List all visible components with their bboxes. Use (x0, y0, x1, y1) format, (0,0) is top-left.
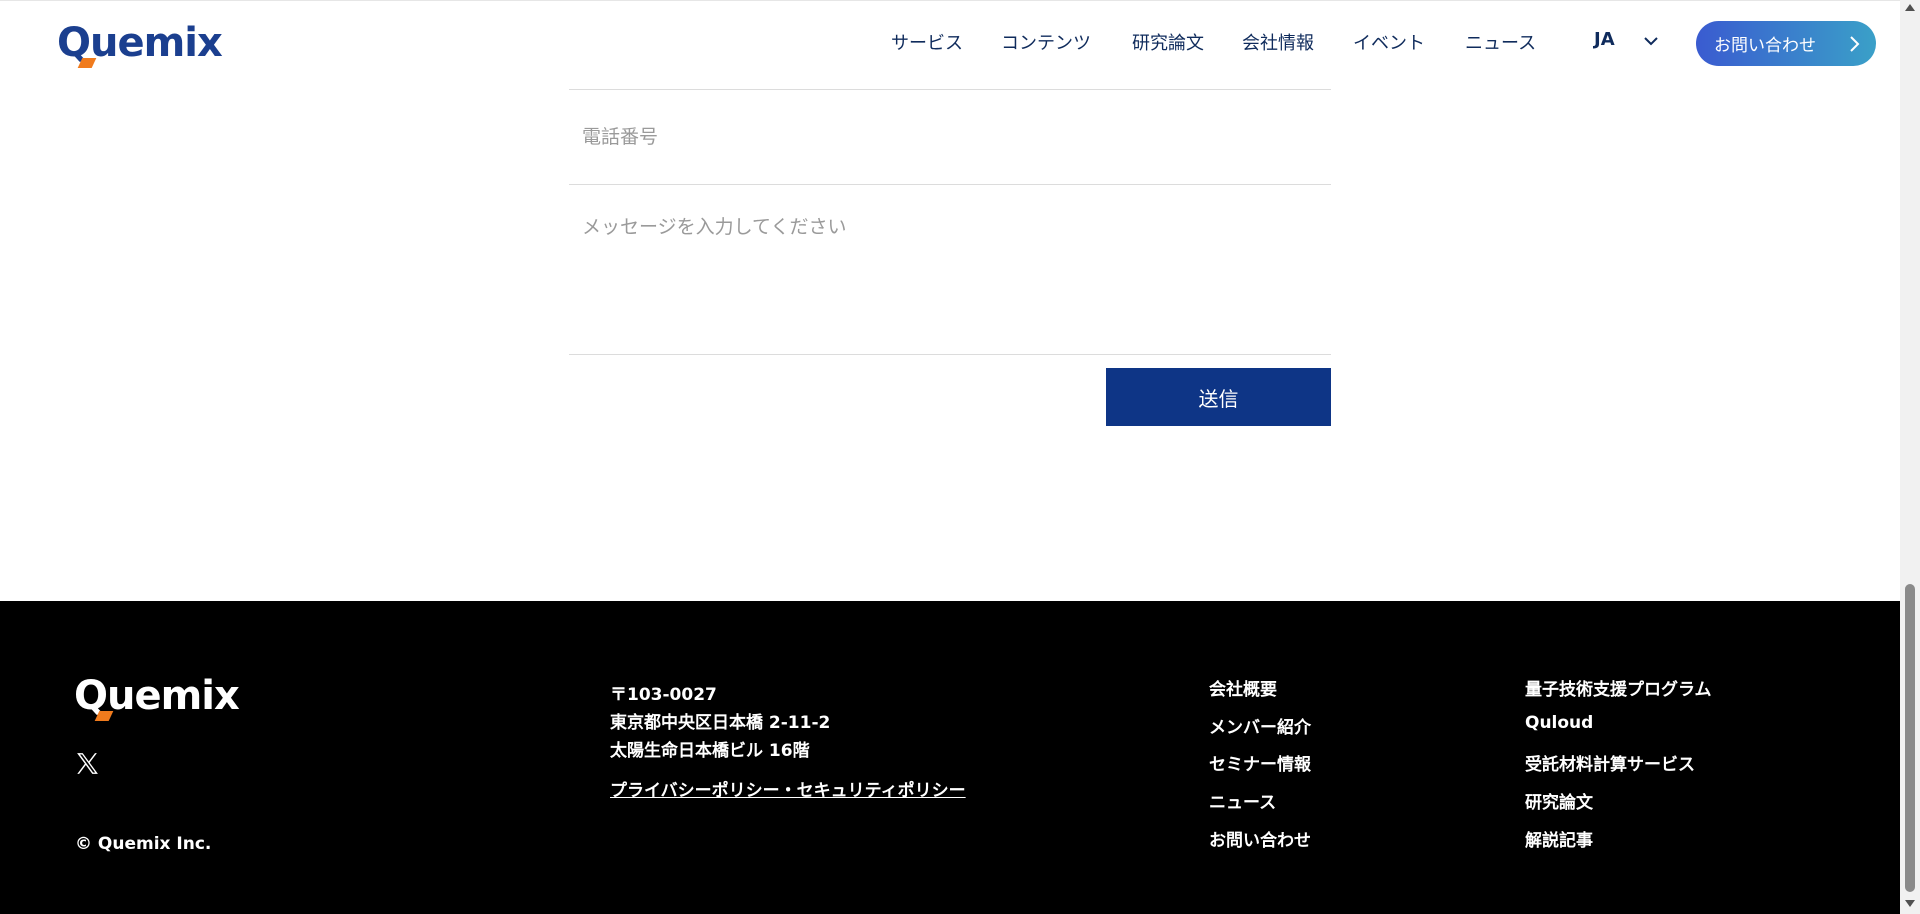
site-header: Quemix サービス コンテンツ 研究論文 会社情報 イベント ニュース JA… (0, 0, 1900, 88)
scroll-thumb[interactable] (1905, 584, 1915, 892)
nav-item-events[interactable]: イベント (1353, 29, 1425, 55)
page-scrollbar[interactable] (1900, 0, 1920, 914)
footer-link-company[interactable]: 会社概要 (1209, 675, 1277, 700)
site-logo[interactable]: Quemix (57, 20, 223, 68)
form-divider (569, 354, 1331, 355)
footer-link-quloud[interactable]: Quloud (1525, 713, 1593, 733)
chevron-right-icon (1850, 36, 1860, 52)
copyright-text: © Quemix Inc. (75, 834, 212, 854)
form-divider (569, 184, 1331, 185)
address-postal: 〒103-0027 (610, 685, 717, 705)
footer-logo[interactable]: Quemix (74, 673, 240, 721)
nav-item-services[interactable]: サービス (891, 29, 963, 55)
phone-field[interactable] (569, 90, 1331, 184)
footer-link-articles[interactable]: 解説記事 (1525, 826, 1593, 851)
footer-link-seminars[interactable]: セミナー情報 (1209, 750, 1311, 775)
logo-q-mark: Q (57, 20, 97, 68)
address-building: 太陽生命日本橋ビル 16階 (610, 741, 810, 761)
site-footer: Quemix © Quemix Inc. 〒103-0027 東京都中央区日本橋… (0, 601, 1900, 914)
contact-button-label: お問い合わせ (1714, 36, 1816, 56)
page: Quemix サービス コンテンツ 研究論文 会社情報 イベント ニュース JA… (0, 0, 1920, 914)
nav-item-papers[interactable]: 研究論文 (1132, 29, 1204, 55)
language-selector[interactable]: JA (1594, 29, 1615, 50)
logo-q-tail (77, 58, 97, 68)
footer-logo-q-mark: Q (74, 673, 114, 721)
scroll-up-arrow-icon[interactable] (1905, 4, 1915, 11)
footer-logo-rest: uemix (107, 673, 240, 719)
x-icon[interactable] (75, 750, 100, 777)
footer-link-papers[interactable]: 研究論文 (1525, 788, 1593, 813)
footer-link-quantum-program[interactable]: 量子技術支援プログラム (1525, 675, 1712, 700)
nav-item-company[interactable]: 会社情報 (1242, 29, 1314, 55)
footer-link-calc-service[interactable]: 受託材料計算サービス (1525, 750, 1695, 775)
privacy-policy-link[interactable]: プライバシーポリシー・セキュリティポリシー (610, 776, 966, 801)
logo-rest: uemix (90, 20, 223, 66)
chevron-down-icon[interactable] (1643, 35, 1659, 47)
footer-link-members[interactable]: メンバー紹介 (1209, 713, 1311, 738)
contact-button[interactable]: お問い合わせ (1696, 21, 1876, 66)
address-street: 東京都中央区日本橋 2-11-2 (610, 713, 831, 733)
scroll-down-arrow-icon[interactable] (1905, 900, 1915, 907)
logo-wordmark: Quemix (57, 20, 223, 68)
footer-logo-q-tail (94, 711, 114, 721)
footer-link-news[interactable]: ニュース (1209, 788, 1276, 813)
nav-item-contents[interactable]: コンテンツ (1001, 29, 1091, 55)
submit-button[interactable]: 送信 (1106, 368, 1331, 426)
nav-item-news[interactable]: ニュース (1465, 29, 1536, 55)
footer-link-contact[interactable]: お問い合わせ (1209, 826, 1311, 851)
message-field[interactable] (569, 200, 1331, 350)
